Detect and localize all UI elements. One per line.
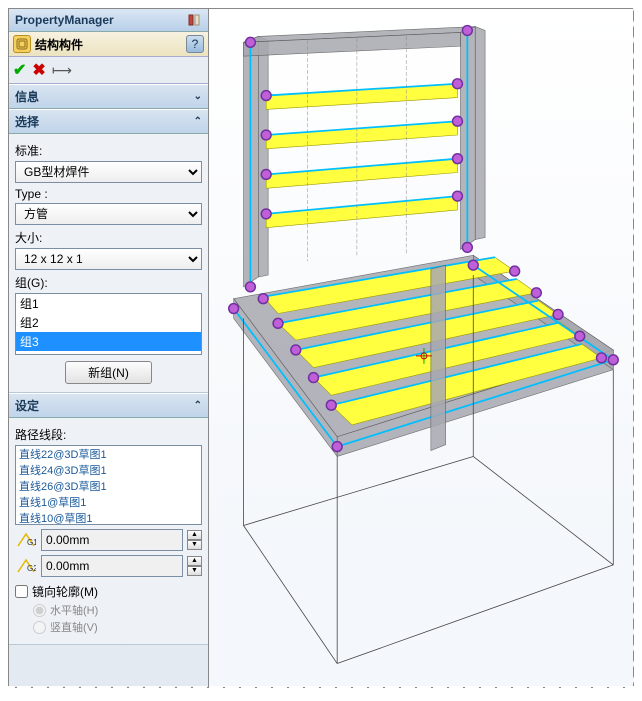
cancel-button[interactable]: ✖ <box>32 60 45 80</box>
pm-title: PropertyManager <box>15 13 114 27</box>
svg-text:G2: G2 <box>27 564 36 573</box>
g2-input[interactable] <box>41 555 183 577</box>
size-select[interactable]: 12 x 12 x 1 <box>15 248 202 270</box>
chevron-up-icon: ⌃ <box>194 400 202 411</box>
path-item[interactable]: 直线26@3D草图1 <box>16 478 201 494</box>
section-title-settings: 设定 <box>15 397 39 414</box>
ok-button[interactable]: ✔ <box>13 60 26 80</box>
standard-label: 标准: <box>15 142 202 159</box>
section-body-select: 标准: GB型材焊件 Type : 方管 大小: 12 x 12 x 1 组(G… <box>9 134 208 393</box>
path-segments-label: 路径线段: <box>15 426 202 443</box>
pushpin-button[interactable]: ⟼ <box>52 62 72 79</box>
size-label: 大小: <box>15 229 202 246</box>
pin-panel-icon[interactable] <box>186 12 202 28</box>
g1-spin-up[interactable]: ▲ <box>187 530 202 540</box>
axis-h-label: 水平轴(H) <box>50 602 98 618</box>
mirror-label: 镜向轮廓(M) <box>32 583 98 600</box>
chevron-up-icon: ⌃ <box>194 116 202 127</box>
group-listbox[interactable]: 组1组2组3 <box>15 293 202 355</box>
standard-select[interactable]: GB型材焊件 <box>15 161 202 183</box>
axis-h-radio <box>33 604 46 617</box>
back-slats <box>266 84 457 228</box>
chevron-down-icon: ⌄ <box>194 91 202 102</box>
section-header-settings[interactable]: 设定 ⌃ <box>9 393 208 418</box>
section-title-info: 信息 <box>15 88 39 105</box>
group-item[interactable]: 组3 <box>16 332 201 351</box>
property-manager-panel: PropertyManager 结构构件 ? ✔ ✖ ⟼ 信息 ⌄ 选择 ⌃ 标 <box>9 9 209 687</box>
structural-member-icon <box>13 35 31 53</box>
path-item[interactable]: 直线1@草图1 <box>16 494 201 510</box>
group-label: 组(G): <box>15 274 202 291</box>
action-row: ✔ ✖ ⟼ <box>9 57 208 84</box>
section-title-select: 选择 <box>15 113 39 130</box>
g1-input[interactable] <box>41 529 183 551</box>
type-label: Type : <box>15 187 202 201</box>
new-group-button[interactable]: 新组(N) <box>65 361 152 384</box>
mirror-checkbox[interactable] <box>15 585 28 598</box>
g1-icon: G1 <box>15 530 37 550</box>
g2-spin-down[interactable]: ▼ <box>187 566 202 576</box>
path-item[interactable]: 直线24@3D草图1 <box>16 462 201 478</box>
path-segments-list[interactable]: 直线22@3D草图1直线24@3D草图1直线26@3D草图1直线1@草图1直线1… <box>15 445 202 525</box>
group-item[interactable]: 组2 <box>16 313 201 332</box>
axis-v-radio <box>33 621 46 634</box>
axis-v-label: 竖直轴(V) <box>50 619 98 635</box>
pm-header: PropertyManager <box>9 9 208 32</box>
path-item[interactable]: 直线10@草图1 <box>16 510 201 525</box>
g2-icon: G2 <box>15 556 37 576</box>
section-body-settings: 路径线段: 直线22@3D草图1直线24@3D草图1直线26@3D草图1直线1@… <box>9 418 208 645</box>
type-select[interactable]: 方管 <box>15 203 202 225</box>
svg-text:G1: G1 <box>27 538 36 547</box>
section-header-info[interactable]: 信息 ⌄ <box>9 84 208 109</box>
g2-spin-up[interactable]: ▲ <box>187 556 202 566</box>
feature-title: 结构构件 <box>35 36 186 53</box>
3d-viewport[interactable] <box>209 9 633 687</box>
feature-title-row: 结构构件 ? <box>9 32 208 57</box>
app-window: PropertyManager 结构构件 ? ✔ ✖ ⟼ 信息 ⌄ 选择 ⌃ 标 <box>8 8 634 688</box>
section-header-select[interactable]: 选择 ⌃ <box>9 109 208 134</box>
help-button[interactable]: ? <box>186 35 204 53</box>
path-item[interactable]: 直线22@3D草图1 <box>16 446 201 462</box>
g1-spin-down[interactable]: ▼ <box>187 540 202 550</box>
group-item[interactable]: 组1 <box>16 294 201 313</box>
